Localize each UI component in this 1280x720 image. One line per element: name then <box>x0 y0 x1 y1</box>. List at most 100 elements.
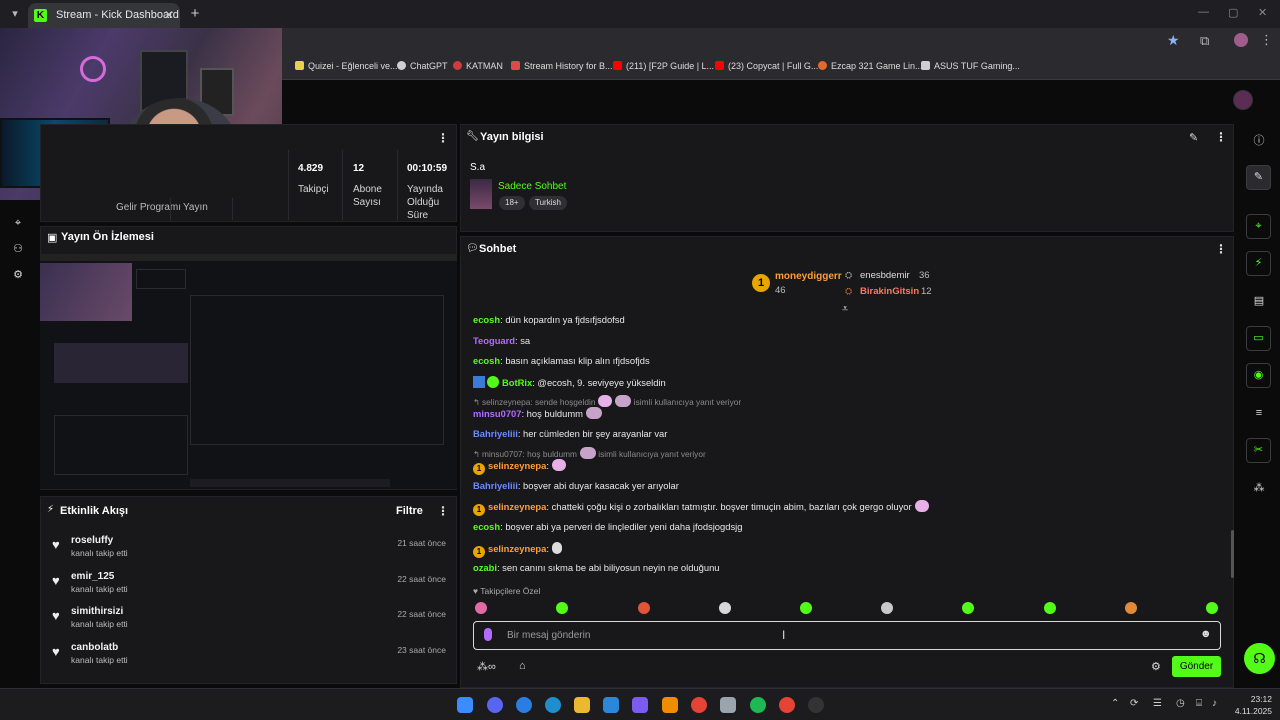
windows-start-icon[interactable] <box>457 697 473 713</box>
microphone-icon[interactable] <box>484 628 492 641</box>
chat-username[interactable]: ecosh <box>473 355 500 366</box>
clock-time[interactable]: 23:12 <box>1242 694 1272 704</box>
minimize-icon[interactable]: — <box>1198 6 1209 18</box>
gear-icon[interactable]: ⚙ <box>1151 660 1161 673</box>
pencil-icon[interactable]: ✎ <box>1189 131 1198 144</box>
app-icon[interactable] <box>720 697 736 713</box>
bookmark-item[interactable]: KATMAN <box>453 61 503 71</box>
volume-icon[interactable]: ♪ <box>1212 698 1217 709</box>
category-thumbnail[interactable] <box>470 179 492 209</box>
chat-scrollbar[interactable] <box>1231 530 1234 578</box>
wrench-tool-button[interactable]: ✂ <box>1246 438 1271 463</box>
infinity-icon[interactable]: ⁂∞ <box>477 660 496 673</box>
emote-button[interactable] <box>1125 602 1137 614</box>
activity-user[interactable]: simithirsizi <box>71 606 123 617</box>
emote-button[interactable] <box>1044 602 1056 614</box>
chrome-icon[interactable] <box>779 697 795 713</box>
extensions-icon[interactable]: ⧉ <box>1200 33 1209 49</box>
copilot-icon[interactable] <box>632 697 648 713</box>
panel-kebab-icon[interactable]: ⋮ <box>437 131 449 145</box>
obs-icon[interactable] <box>808 697 824 713</box>
store-icon[interactable] <box>603 697 619 713</box>
bookmark-item[interactable]: Quizei - Eğlenceli ve... <box>295 61 398 71</box>
menu-kebab-icon[interactable]: ⋮ <box>1260 32 1273 48</box>
emote-button[interactable] <box>1206 602 1218 614</box>
emote-button[interactable] <box>719 602 731 614</box>
community-icon[interactable]: ⁂ <box>1252 481 1266 495</box>
chat-username[interactable]: Teoguard <box>473 335 515 346</box>
chat-username[interactable]: selinzeynepa <box>488 460 546 471</box>
chat-username[interactable]: ecosh <box>473 521 500 532</box>
chat-kebab-icon[interactable]: ⋮ <box>1215 242 1227 256</box>
tag-pill[interactable]: 18+ <box>499 196 525 210</box>
chat-username[interactable]: Bahriyeliii <box>473 480 518 491</box>
collapse-icon[interactable]: ⩡ <box>842 303 848 316</box>
leader-name[interactable]: BirakinGitsin <box>860 286 919 297</box>
activity-user[interactable]: emir_125 <box>71 571 114 582</box>
edge-icon[interactable] <box>545 697 561 713</box>
send-button[interactable]: Gönder <box>1172 656 1221 677</box>
headset-support-button[interactable]: ☊ <box>1244 643 1275 674</box>
network-icon[interactable]: ⌸ <box>1196 698 1202 709</box>
chrome-icon[interactable] <box>691 697 707 713</box>
chat-username[interactable]: selinzeynepa <box>488 543 546 554</box>
info-kebab-icon[interactable]: ⋮ <box>1215 130 1227 144</box>
tray-icon[interactable]: ☰ <box>1153 698 1162 709</box>
bookmark-item[interactable]: Ezcap 321 Game Lin... <box>818 61 923 71</box>
vlc-icon[interactable] <box>662 697 678 713</box>
focus-tool-button[interactable]: ⌖ <box>1246 214 1271 239</box>
chat-username[interactable]: ecosh <box>473 314 500 325</box>
activity-kebab-icon[interactable]: ⋮ <box>437 504 449 518</box>
bolt-tool-button[interactable]: ⚡︎ <box>1246 251 1271 276</box>
chat-tool-button[interactable]: ▭ <box>1246 326 1271 351</box>
chat-username[interactable]: Bahriyeliii <box>473 428 518 439</box>
leader-name[interactable]: enesbdemir <box>860 270 910 281</box>
emote-button[interactable] <box>556 602 568 614</box>
tray-icon[interactable]: ⟳ <box>1130 698 1138 709</box>
broadcast-tool-button[interactable]: ◉ <box>1246 363 1271 388</box>
window-close-icon[interactable]: ✕ <box>1258 6 1267 19</box>
category-link[interactable]: Sadece Sohbet <box>498 181 566 192</box>
plus-icon[interactable]: + <box>186 5 204 23</box>
chat-username[interactable]: selinzeynepa <box>488 501 546 512</box>
edit-tool-button[interactable]: ✎ <box>1246 165 1271 190</box>
emoji-icon[interactable]: ☻ <box>1200 628 1212 640</box>
discord-icon[interactable] <box>487 697 503 713</box>
bookmark-item[interactable]: (211) [F2P Guide | L... <box>613 61 714 71</box>
gear-icon[interactable]: ⚙ <box>11 268 25 282</box>
tray-icon[interactable]: ◷ <box>1176 698 1185 709</box>
document-icon[interactable]: ▤ <box>1252 294 1266 308</box>
tray-chevron-icon[interactable]: ⌃ <box>1111 698 1119 709</box>
maximize-icon[interactable]: ▢ <box>1228 6 1238 19</box>
chevron-down-icon[interactable]: ▾ <box>6 5 24 23</box>
chat-username[interactable]: BotRix <box>502 377 532 388</box>
star-icon[interactable]: ★ <box>1167 32 1180 49</box>
layers-icon[interactable]: ≡ <box>1252 406 1266 420</box>
user-avatar[interactable] <box>1233 90 1253 110</box>
bookmark-item[interactable]: ASUS TUF Gaming... <box>921 61 1020 71</box>
bookmark-item[interactable]: Stream History for B... <box>511 61 613 71</box>
emote-button[interactable] <box>962 602 974 614</box>
store-icon[interactable]: ⌂ <box>519 660 526 672</box>
chat-input-box[interactable]: Bir mesaj gönderin I ☻ <box>473 621 1221 650</box>
users-icon[interactable]: ⚇ <box>11 242 25 256</box>
spotify-icon[interactable] <box>750 697 766 713</box>
chat-username[interactable]: minsu0707 <box>473 408 521 419</box>
emote-button[interactable] <box>638 602 650 614</box>
tag-pill[interactable]: Turkish <box>529 196 567 210</box>
folder-icon[interactable] <box>574 697 590 713</box>
activity-user[interactable]: roseluffy <box>71 535 113 546</box>
chat-username[interactable]: ozabi <box>473 562 497 573</box>
bookmark-item[interactable]: ChatGPT <box>397 61 448 71</box>
activity-user[interactable]: canbolatb <box>71 642 118 653</box>
profile-avatar[interactable] <box>1234 33 1248 47</box>
app-icon[interactable] <box>516 697 532 713</box>
emote-button[interactable] <box>881 602 893 614</box>
info-icon[interactable]: ⓘ <box>1252 134 1266 148</box>
clock-date[interactable]: 4.11.2025 <box>1230 706 1272 716</box>
close-icon[interactable]: ✕ <box>164 3 174 28</box>
browser-tab[interactable]: K Stream - Kick Dashboard ✕ <box>28 3 180 28</box>
filter-button[interactable]: Filtre <box>396 505 423 517</box>
stream-preview-image[interactable] <box>40 254 457 489</box>
bookmark-item[interactable]: (23) Copycat | Full G... <box>715 61 818 71</box>
